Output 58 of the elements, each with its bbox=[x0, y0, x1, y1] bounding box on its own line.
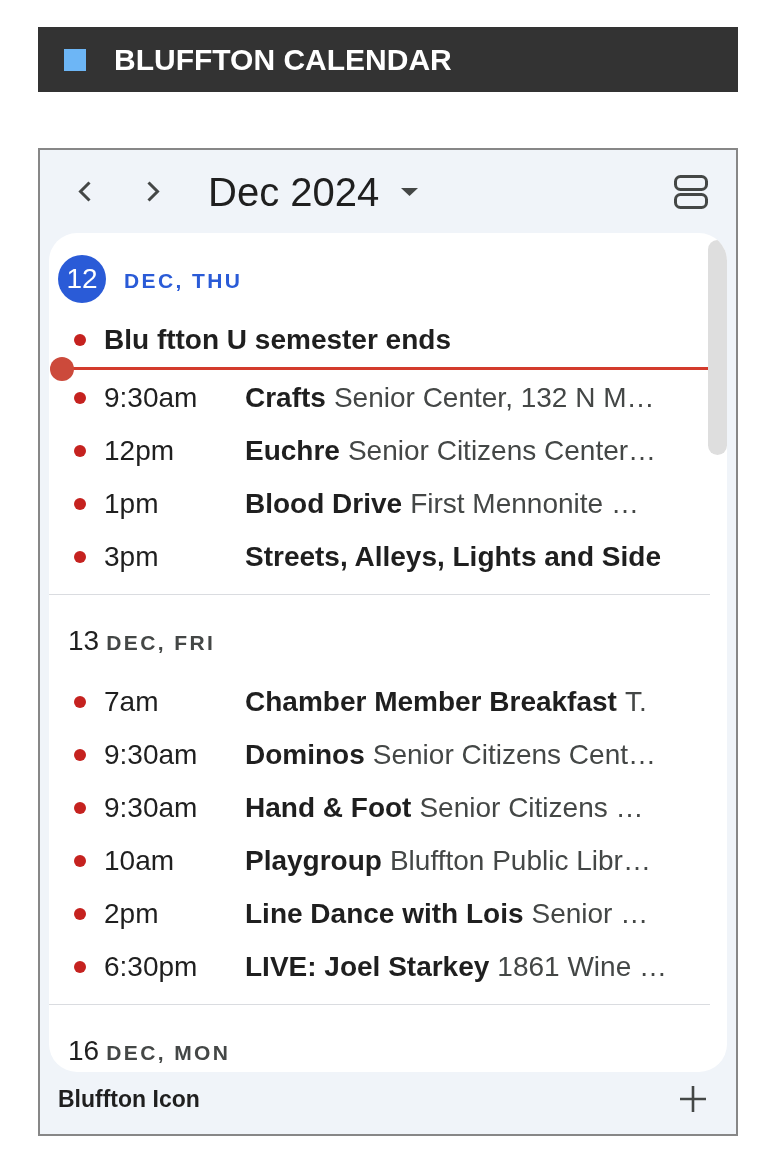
event-title[interactable]: Blood Drive bbox=[245, 486, 403, 521]
day-number[interactable]: 12 bbox=[58, 255, 106, 303]
event-title[interactable]: LIVE: Joel Starkey bbox=[245, 949, 490, 984]
plus-icon bbox=[680, 1086, 706, 1112]
event-location: Bluffton Public Libr… bbox=[389, 843, 651, 878]
event-dot-icon bbox=[74, 444, 86, 457]
event-dot-icon bbox=[74, 960, 86, 973]
chevron-left-icon bbox=[77, 181, 91, 202]
event-title[interactable]: Line Dance with Lois bbox=[245, 896, 524, 931]
stacked-rows-icon bbox=[674, 174, 708, 209]
event-location: Senior Citizens Cent… bbox=[372, 737, 656, 772]
event-title[interactable]: Playgroup bbox=[245, 843, 382, 878]
day-number[interactable]: 16 bbox=[68, 1034, 100, 1068]
event-time: 10am bbox=[104, 843, 176, 878]
event-title[interactable]: Blu ftton U semester ends bbox=[104, 322, 451, 357]
day-number[interactable]: 13 bbox=[68, 624, 100, 658]
event-time: 6:30pm bbox=[104, 949, 199, 984]
event-time: 9:30am bbox=[104, 790, 199, 825]
event-location: T. bbox=[624, 684, 647, 719]
event-time: 12pm bbox=[104, 433, 176, 468]
event-dot-icon bbox=[74, 695, 86, 708]
event-title[interactable]: Streets, Alleys, Lights and Side bbox=[245, 539, 661, 574]
event-dot-icon bbox=[74, 854, 86, 867]
day-label: DEC, MON bbox=[106, 1040, 231, 1066]
event-location: Senior Citizens … bbox=[419, 790, 644, 825]
event-time: 7am bbox=[104, 684, 160, 719]
event-title[interactable]: Chamber Member Breakfast bbox=[245, 684, 617, 719]
event-dot-icon bbox=[74, 333, 86, 346]
event-time: 1pm bbox=[104, 486, 160, 521]
event-location: Senior Citizens Center… bbox=[347, 433, 657, 468]
event-time: 2pm bbox=[104, 896, 160, 931]
calendar-name: Bluffton Icon bbox=[58, 1085, 200, 1114]
square-icon bbox=[64, 48, 86, 71]
event-time: 9:30am bbox=[104, 737, 199, 772]
header-title: BLUFFTON CALENDAR bbox=[114, 41, 452, 78]
day-label: DEC, FRI bbox=[106, 630, 216, 656]
event-location: First Mennonite … bbox=[410, 486, 639, 521]
event-dot-icon bbox=[74, 907, 86, 920]
month-dropdown[interactable]: Dec 2024 bbox=[208, 168, 419, 215]
event-dot-icon bbox=[74, 801, 86, 814]
caret-down-icon bbox=[401, 187, 419, 196]
event-dot-icon bbox=[74, 550, 86, 563]
current-time-dot-icon bbox=[50, 356, 74, 381]
event-location: Senior Center, 132 N M… bbox=[333, 380, 655, 415]
event-dot-icon bbox=[74, 748, 86, 761]
event-title[interactable]: Crafts bbox=[245, 380, 326, 415]
event-location: Senior … bbox=[531, 896, 649, 931]
chevron-right-icon bbox=[146, 181, 160, 202]
event-dot-icon bbox=[74, 391, 86, 404]
event-dot-icon bbox=[74, 497, 86, 510]
event-title[interactable]: Hand & Foot bbox=[245, 790, 412, 825]
event-time: 3pm bbox=[104, 539, 160, 574]
event-location: 1861 Wine … bbox=[497, 949, 667, 984]
day-label: DEC, THU bbox=[124, 268, 243, 294]
event-time: 9:30am bbox=[104, 380, 199, 415]
scrollbar-thumb[interactable] bbox=[708, 240, 727, 455]
event-title[interactable]: Euchre bbox=[245, 433, 340, 468]
event-title[interactable]: Dominos bbox=[245, 737, 365, 772]
